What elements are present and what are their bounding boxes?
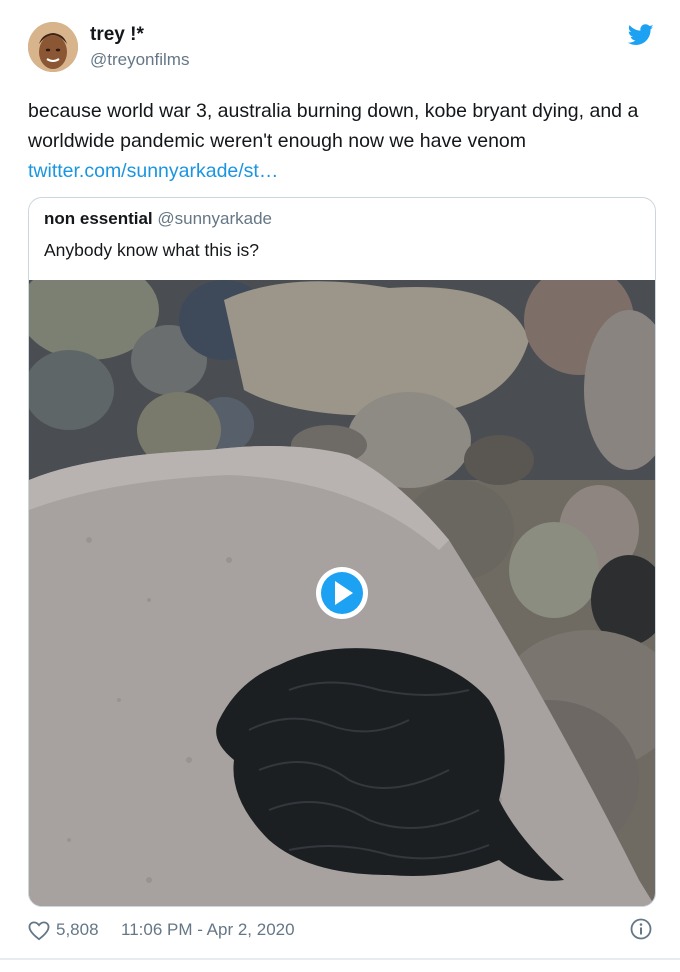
- embedded-tweet: trey !* @treyonfilms because world war 3…: [0, 0, 680, 972]
- avatar[interactable]: [28, 22, 78, 72]
- info-icon[interactable]: [630, 918, 652, 940]
- quoted-author-handle[interactable]: @sunnyarkade: [157, 209, 272, 228]
- author-name[interactable]: trey !*: [90, 24, 144, 46]
- play-button[interactable]: [316, 567, 368, 619]
- divider: [0, 958, 680, 960]
- tweet-timestamp[interactable]: 11:06 PM - Apr 2, 2020: [121, 920, 295, 940]
- video-thumbnail[interactable]: [29, 280, 655, 906]
- quoted-author-name[interactable]: non essential: [44, 209, 153, 228]
- quoted-tweet-link[interactable]: twitter.com/sunnyarkade/st…: [28, 156, 668, 186]
- like-count[interactable]: 5,808: [56, 920, 99, 940]
- tweet-text: because world war 3, australia burning d…: [28, 100, 639, 152]
- twitter-bird-icon[interactable]: [628, 24, 654, 46]
- author-handle[interactable]: @treyonfilms: [90, 50, 189, 70]
- quoted-tweet-text: Anybody know what this is?: [44, 240, 259, 260]
- quoted-tweet[interactable]: non essential @sunnyarkade Anybody know …: [28, 197, 656, 907]
- avatar-image: [28, 22, 78, 72]
- quoted-tweet-header: non essential @sunnyarkade: [44, 209, 272, 229]
- tweet-body: because world war 3, australia burning d…: [28, 96, 668, 186]
- heart-icon[interactable]: [28, 921, 50, 941]
